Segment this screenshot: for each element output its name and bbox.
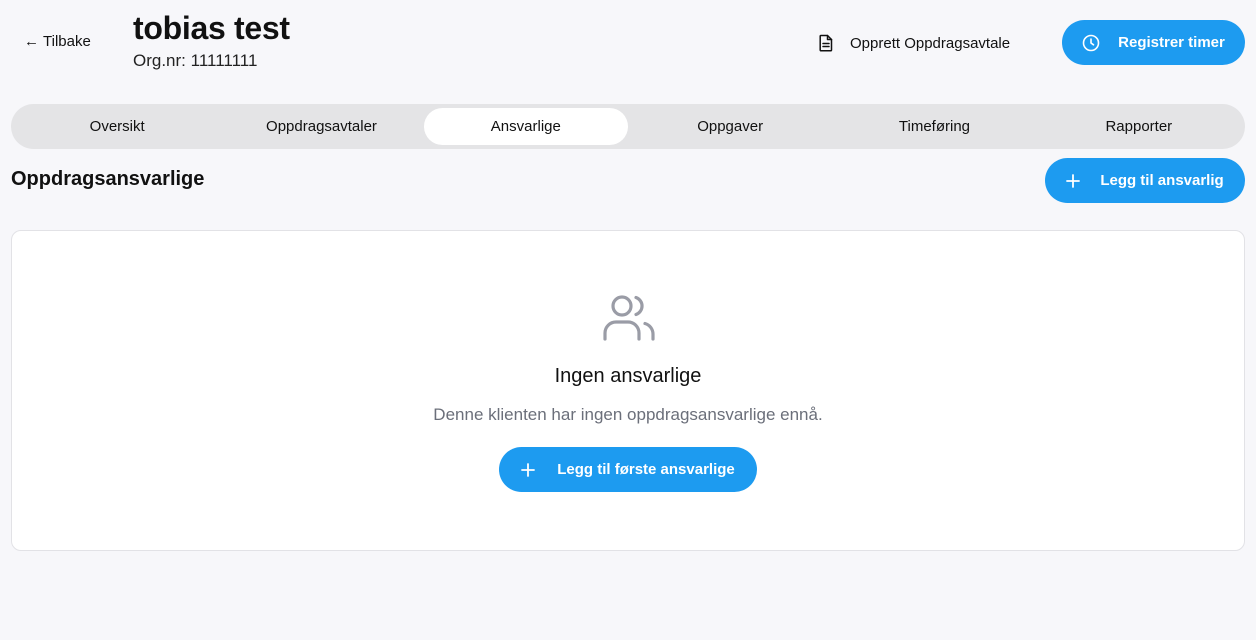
tab-label: Timeføring xyxy=(898,118,971,135)
tab-label: Oversikt xyxy=(89,118,145,135)
back-label: Tilbake xyxy=(43,33,91,50)
empty-state-card: Ingen ansvarlige Denne klienten har inge… xyxy=(11,230,1245,551)
add-first-responsible-label: Legg til første ansvarlige xyxy=(557,461,735,478)
tab-label: Oppgaver xyxy=(697,118,764,135)
tab-oppgaver[interactable]: Oppgaver xyxy=(628,108,832,145)
add-first-responsible-button[interactable]: Legg til første ansvarlige xyxy=(499,447,757,492)
back-arrow-icon: ← xyxy=(24,33,39,50)
client-title-block: tobias test Org.nr: 11111111 xyxy=(133,10,290,71)
back-link[interactable]: ← Tilbake xyxy=(24,33,91,50)
clock-icon xyxy=(1082,34,1100,52)
register-hours-button[interactable]: Registrer timer xyxy=(1062,20,1245,65)
document-icon xyxy=(818,34,834,52)
page-title: tobias test xyxy=(133,10,290,46)
tab-oversikt[interactable]: Oversikt xyxy=(15,108,219,145)
plus-icon xyxy=(1066,173,1081,188)
page-header: ← Tilbake tobias test Org.nr: 11111111 O… xyxy=(0,0,1256,90)
tab-rapporter[interactable]: Rapporter xyxy=(1037,108,1241,145)
create-agreement-label: Opprett Oppdragsavtale xyxy=(850,34,1011,52)
tab-label: Ansvarlige xyxy=(490,118,561,135)
tab-label: Rapporter xyxy=(1105,118,1173,135)
users-icon xyxy=(602,293,656,343)
add-responsible-button[interactable]: Legg til ansvarlig xyxy=(1045,158,1245,203)
org-number: Org.nr: 11111111 xyxy=(133,51,258,70)
tab-ansvarlige[interactable]: Ansvarlige xyxy=(423,108,628,145)
add-responsible-label: Legg til ansvarlig xyxy=(1100,172,1224,189)
empty-state-title: Ingen ansvarlige xyxy=(554,365,702,387)
empty-state-description: Denne klienten har ingen oppdragsansvarl… xyxy=(433,405,823,424)
register-hours-label: Registrer timer xyxy=(1118,34,1225,51)
tab-bar: Oversikt Oppdragsavtaler Ansvarlige Oppg… xyxy=(11,104,1245,149)
create-agreement-button[interactable]: Opprett Oppdragsavtale xyxy=(812,26,1016,60)
plus-icon xyxy=(521,462,536,477)
section-title: Oppdragsansvarlige xyxy=(11,168,205,190)
tab-label: Oppdragsavtaler xyxy=(266,118,377,135)
tab-timeforing[interactable]: Timeføring xyxy=(832,108,1036,145)
tab-oppdragsavtaler[interactable]: Oppdragsavtaler xyxy=(219,108,423,145)
